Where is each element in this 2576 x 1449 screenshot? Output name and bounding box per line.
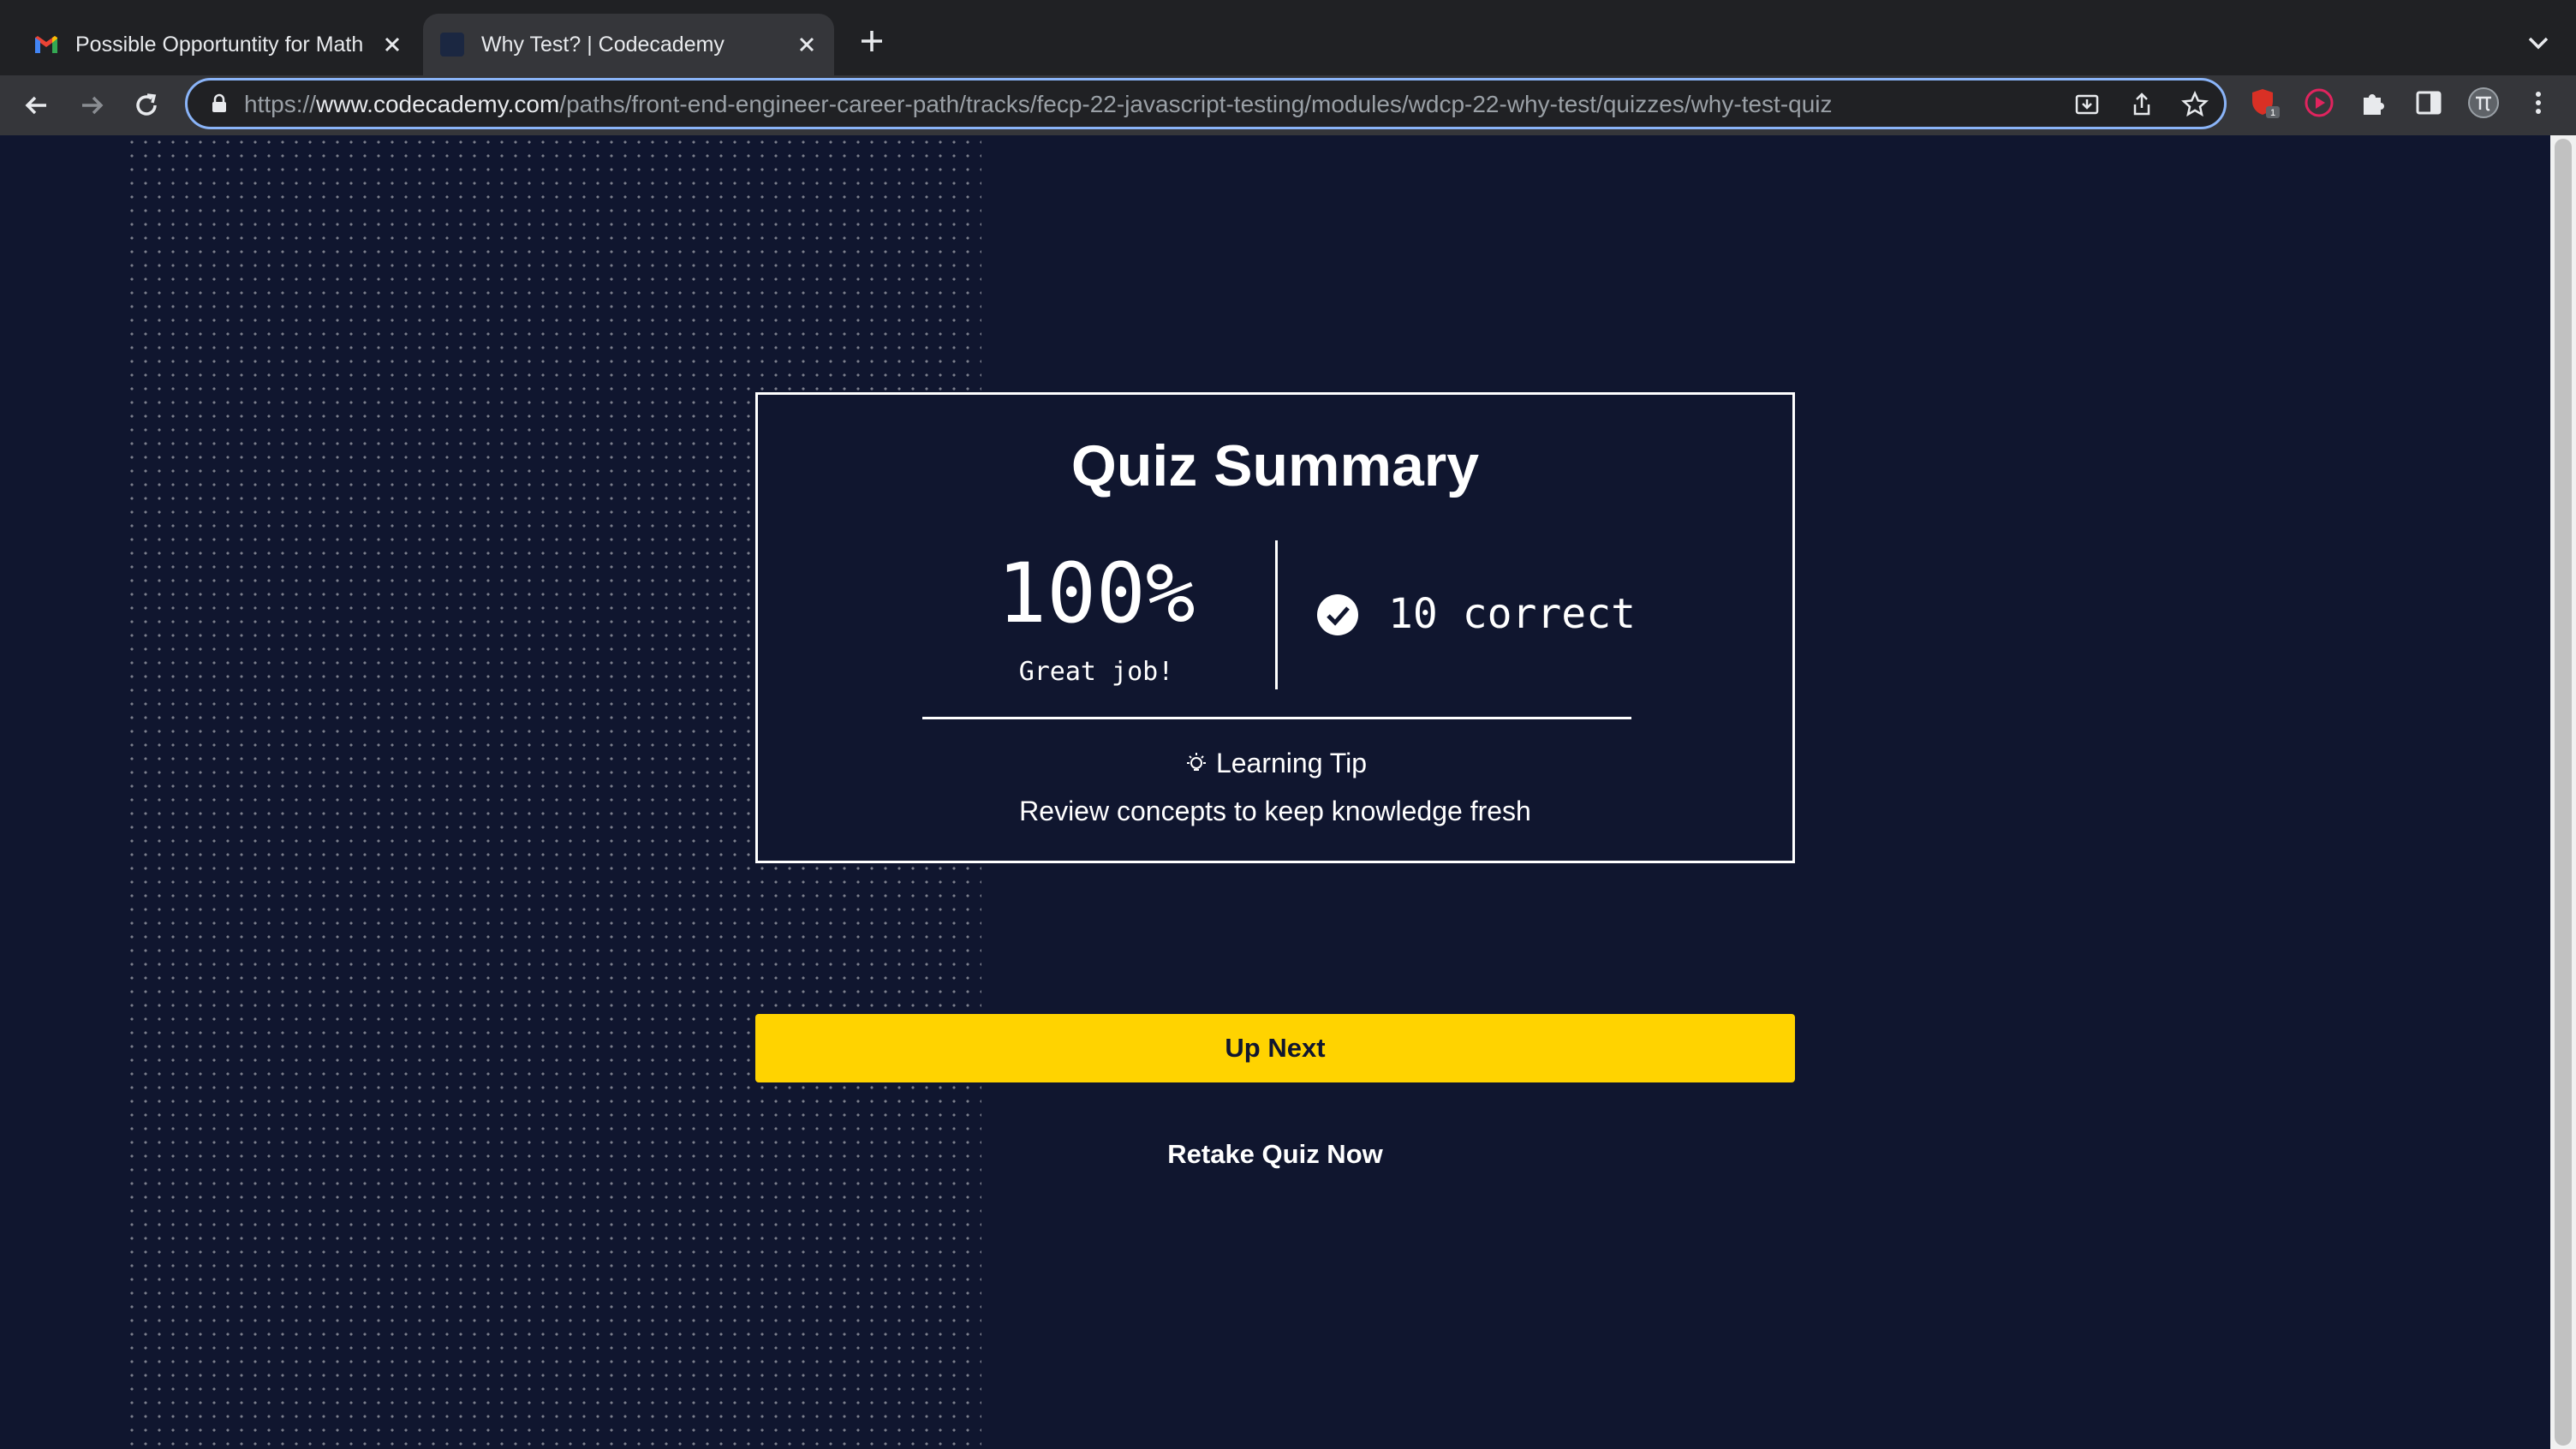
back-icon[interactable] <box>19 87 55 123</box>
page-scrollbar-thumb[interactable] <box>2555 139 2572 1446</box>
extension-shield-icon[interactable]: 1 <box>2247 86 2281 120</box>
url-path: /paths/front-end-engineer-career-path/tr… <box>559 91 1833 117</box>
close-icon[interactable] <box>790 27 824 62</box>
new-tab-icon[interactable] <box>855 24 889 58</box>
bookmark-star-icon[interactable] <box>2179 89 2210 120</box>
side-panel-icon[interactable] <box>2412 86 2446 120</box>
url-text[interactable]: https://www.codecademy.com/paths/front-e… <box>244 91 1833 118</box>
up-next-button[interactable]: Up Next <box>755 1014 1795 1082</box>
tab-codecademy[interactable]: Why Test? | Codecademy <box>423 14 834 75</box>
page-content: Quiz Summary 100% Great job! 10 correct … <box>0 135 2550 1449</box>
profile-avatar-icon[interactable] <box>2466 86 2501 120</box>
share-icon[interactable] <box>2126 89 2157 120</box>
url-host: www.codecademy.com <box>316 91 560 117</box>
quiz-summary-title: Quiz Summary <box>1070 433 1480 498</box>
reload-icon[interactable] <box>128 87 164 123</box>
tab-title: Why Test? | Codecademy <box>481 32 724 57</box>
learning-tip-text: Review concepts to keep knowledge fresh <box>1019 796 1531 826</box>
score-caption: Great job! <box>1018 657 1174 687</box>
puzzle-icon[interactable] <box>2357 86 2391 120</box>
url-scheme: https:// <box>244 91 317 117</box>
horizontal-divider <box>922 717 1631 719</box>
chevron-down-icon[interactable] <box>2521 26 2555 60</box>
gmail-icon <box>35 36 57 53</box>
lock-icon[interactable] <box>208 92 230 115</box>
install-app-icon[interactable] <box>2072 89 2102 120</box>
tab-strip: Possible Opportuntity for Math Why Test?… <box>0 0 2576 75</box>
learning-tip-label: Learning Tip <box>1215 748 1368 778</box>
lightbulb-icon <box>1186 752 1206 771</box>
retake-quiz-link[interactable]: Retake Quiz Now <box>755 1139 1795 1170</box>
learning-tip-heading: Learning Tip <box>758 748 1792 779</box>
record-extension-icon[interactable] <box>2302 86 2336 120</box>
extension-badge: 1 <box>2270 108 2275 118</box>
close-icon[interactable] <box>375 27 409 62</box>
address-bar[interactable]: https://www.codecademy.com/paths/front-e… <box>185 78 2227 129</box>
quiz-score: 100% <box>997 546 1196 641</box>
check-circle-icon <box>1317 594 1358 635</box>
kebab-menu-icon[interactable] <box>2521 86 2555 120</box>
forward-icon[interactable] <box>74 87 110 123</box>
codecademy-icon <box>440 33 464 57</box>
tab-gmail[interactable]: Possible Opportuntity for Math <box>17 14 420 75</box>
vertical-divider <box>1275 540 1278 689</box>
tab-title: Possible Opportuntity for Math <box>75 32 364 57</box>
quiz-summary-card: Quiz Summary 100% Great job! 10 correct … <box>755 392 1795 863</box>
correct-count: 10 correct <box>1388 590 1636 638</box>
